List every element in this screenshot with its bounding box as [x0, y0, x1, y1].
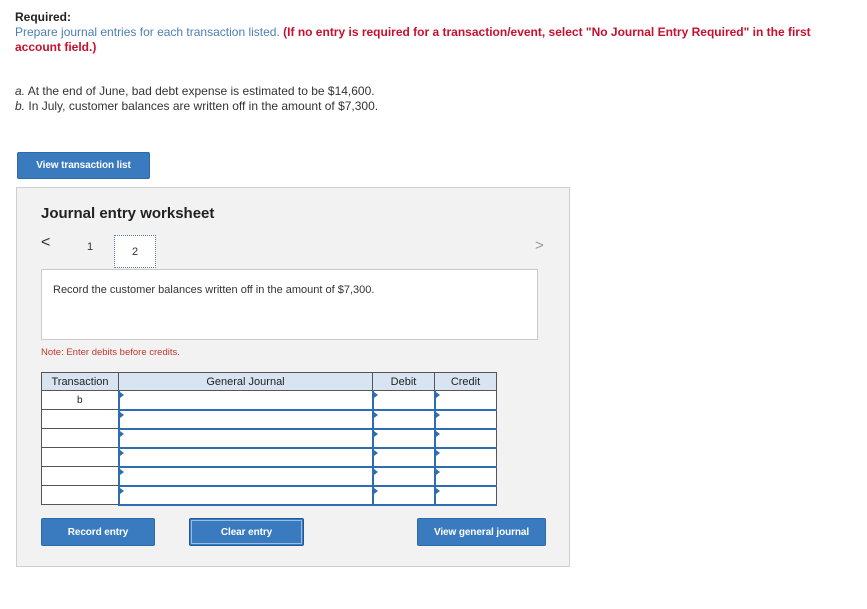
- transaction-cell: [41, 466, 119, 486]
- transaction-list: a. At the end of June, bad debt expense …: [15, 84, 378, 114]
- worksheet-title: Journal entry worksheet: [41, 205, 215, 222]
- table-row: [41, 447, 497, 468]
- account-input[interactable]: [117, 485, 373, 506]
- view-general-journal-button[interactable]: View general journal: [417, 518, 546, 546]
- instructions: Prepare journal entries for each transac…: [15, 25, 845, 55]
- transaction-letter: a.: [15, 84, 26, 98]
- prompt-text: Record the customer balances written off…: [53, 284, 375, 296]
- header-general-journal: General Journal: [118, 372, 373, 391]
- header-credit: Credit: [434, 372, 497, 391]
- table-row: [41, 409, 497, 430]
- header-debit: Debit: [372, 372, 435, 391]
- required-heading: Required:: [15, 10, 72, 24]
- journal-table: Transaction General Journal Debit Credit…: [41, 372, 497, 506]
- transaction-item: b. In July, customer balances are writte…: [15, 99, 378, 114]
- debit-input[interactable]: [371, 428, 435, 449]
- debit-input[interactable]: [371, 466, 435, 487]
- debit-input[interactable]: [371, 409, 435, 430]
- debit-input[interactable]: [371, 447, 435, 468]
- chevron-right-icon[interactable]: >: [535, 238, 544, 253]
- credit-input[interactable]: [433, 447, 497, 468]
- transaction-cell: [41, 428, 119, 448]
- view-transaction-list-button[interactable]: View transaction list: [17, 152, 150, 179]
- page-tab-2[interactable]: 2: [114, 235, 156, 268]
- entry-note: Note: Enter debits before credits.: [41, 347, 180, 358]
- table-row: [41, 466, 497, 487]
- clear-entry-button[interactable]: Clear entry: [189, 518, 304, 546]
- table-row: [41, 485, 497, 506]
- debit-input[interactable]: [371, 485, 435, 506]
- transaction-cell: b: [41, 390, 119, 410]
- table-row: [41, 428, 497, 449]
- table-row: b: [41, 390, 497, 411]
- transaction-cell: [41, 485, 119, 505]
- credit-input[interactable]: [433, 409, 497, 430]
- transaction-letter: b.: [15, 99, 26, 113]
- transaction-text: In July, customer balances are written o…: [28, 99, 379, 113]
- transaction-text: At the end of June, bad debt expense is …: [27, 84, 375, 98]
- account-input[interactable]: [117, 428, 373, 449]
- chevron-left-icon[interactable]: <: [41, 235, 50, 251]
- credit-input[interactable]: [433, 466, 497, 487]
- transaction-cell: [41, 409, 119, 429]
- credit-input[interactable]: [433, 428, 497, 449]
- account-input[interactable]: [117, 447, 373, 468]
- transaction-item: a. At the end of June, bad debt expense …: [15, 84, 378, 99]
- account-input[interactable]: [117, 409, 373, 430]
- header-transaction: Transaction: [41, 372, 119, 391]
- debit-input[interactable]: [371, 390, 435, 411]
- credit-input[interactable]: [433, 390, 497, 411]
- transaction-cell: [41, 447, 119, 467]
- credit-input[interactable]: [433, 485, 497, 506]
- journal-entry-worksheet: Journal entry worksheet < 1 2 > Record t…: [16, 187, 570, 567]
- record-entry-button[interactable]: Record entry: [41, 518, 155, 546]
- account-input[interactable]: [117, 466, 373, 487]
- transaction-prompt: Record the customer balances written off…: [41, 269, 538, 340]
- instruction-text: Prepare journal entries for each transac…: [15, 25, 280, 39]
- account-input[interactable]: [117, 390, 373, 411]
- page-tab-1[interactable]: 1: [87, 241, 93, 253]
